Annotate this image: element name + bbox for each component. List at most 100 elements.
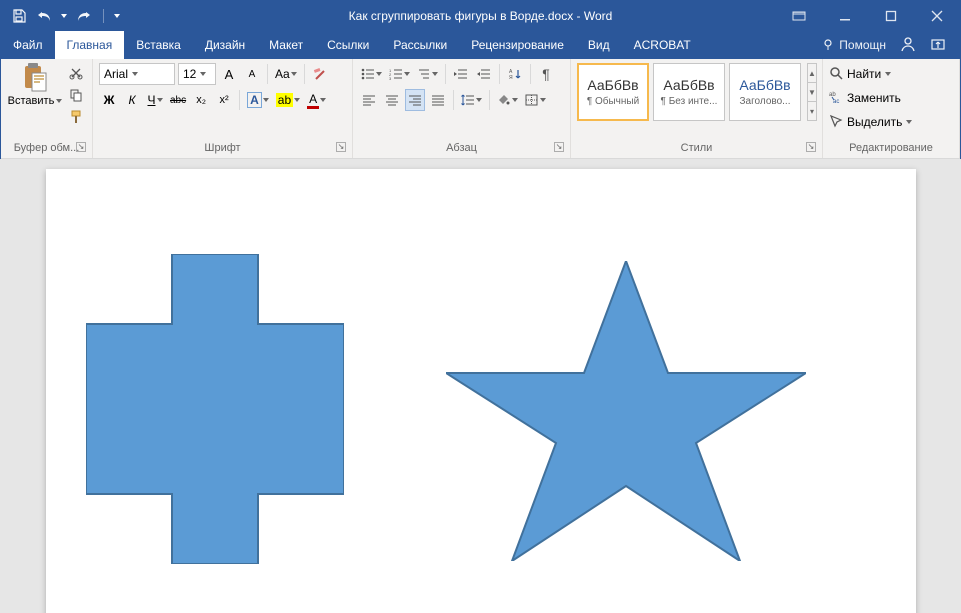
format-painter-icon[interactable] (67, 109, 85, 125)
clear-formatting-icon[interactable] (310, 63, 330, 85)
decrease-font-icon[interactable]: A (242, 63, 262, 85)
document-area[interactable] (0, 159, 961, 613)
clipboard-dialog-launcher[interactable]: ↘ (76, 142, 86, 152)
tab-design[interactable]: Дизайн (193, 31, 257, 59)
bullets-button[interactable] (359, 63, 384, 85)
style-normal-name: ¶ Обычный (578, 96, 648, 107)
replace-button[interactable]: abac Заменить (829, 87, 901, 109)
undo-dropdown-icon[interactable] (61, 14, 67, 18)
font-dialog-launcher[interactable]: ↘ (336, 142, 346, 152)
group-clipboard: Вставить Буфер обм...↘ (1, 59, 93, 158)
svg-text:3: 3 (389, 76, 392, 80)
styles-scroll-down-icon[interactable]: ▼ (808, 83, 816, 102)
paragraph-dialog-launcher[interactable]: ↘ (554, 142, 564, 152)
tab-insert[interactable]: Вставка (124, 31, 193, 59)
align-right-icon[interactable] (405, 89, 425, 111)
ribbon-tabs: Файл Главная Вставка Дизайн Макет Ссылки… (1, 31, 960, 59)
group-editing: Найти abac Заменить Выделить Редактирова… (823, 59, 960, 158)
borders-button[interactable] (523, 89, 548, 111)
qat-customize-icon[interactable] (114, 14, 120, 18)
select-button[interactable]: Выделить (829, 111, 912, 133)
paste-button[interactable]: Вставить (7, 63, 63, 107)
cut-icon[interactable] (67, 65, 85, 81)
font-name-combo[interactable]: Arial (99, 63, 175, 85)
page[interactable] (46, 169, 916, 613)
tell-me[interactable]: Помощн (823, 38, 886, 52)
find-button[interactable]: Найти (829, 63, 891, 85)
replace-icon: abac (829, 90, 843, 107)
maximize-icon[interactable] (868, 1, 914, 31)
select-icon (829, 114, 843, 131)
styles-gallery-scroll[interactable]: ▲ ▼ ▾ (807, 63, 817, 121)
bold-button[interactable]: Ж (99, 89, 119, 111)
decrease-indent-icon[interactable] (451, 63, 471, 85)
subscript-button[interactable]: x₂ (191, 89, 211, 111)
find-label: Найти (847, 67, 881, 81)
tab-references[interactable]: Ссылки (315, 31, 381, 59)
style-nospacing-name: ¶ Без инте... (654, 96, 724, 107)
shading-button[interactable] (495, 89, 520, 111)
group-paragraph: 123 AЯ ¶ Абзац ↘ (353, 59, 571, 158)
align-left-icon[interactable] (359, 89, 379, 111)
tab-view[interactable]: Вид (576, 31, 622, 59)
multilevel-list-button[interactable] (415, 63, 440, 85)
style-nospacing-sample: АаБбВв (663, 77, 714, 93)
group-styles-title: Стили (681, 142, 713, 154)
shape-star[interactable] (446, 261, 806, 561)
ribbon: Вставить Буфер обм...↘ Arial 12 A (1, 59, 960, 159)
tab-home[interactable]: Главная (55, 31, 125, 59)
close-icon[interactable] (914, 1, 960, 31)
style-heading1-sample: АаБбВв (739, 77, 790, 93)
svg-text:ab: ab (829, 92, 836, 98)
justify-icon[interactable] (428, 89, 448, 111)
minimize-icon[interactable] (822, 1, 868, 31)
undo-icon[interactable] (35, 6, 55, 26)
tab-file[interactable]: Файл (1, 31, 55, 59)
account-icon[interactable] (900, 36, 916, 55)
group-clipboard-title: Буфер обм... (14, 142, 80, 154)
styles-scroll-up-icon[interactable]: ▲ (808, 64, 816, 83)
show-marks-icon[interactable]: ¶ (536, 63, 556, 85)
quick-access-toolbar (1, 6, 120, 26)
redo-icon[interactable] (73, 6, 93, 26)
sort-icon[interactable]: AЯ (505, 63, 525, 85)
style-normal[interactable]: АаБбВв ¶ Обычный (577, 63, 649, 121)
style-heading1[interactable]: АаБбВв Заголово... (729, 63, 801, 121)
find-icon (829, 66, 843, 83)
increase-indent-icon[interactable] (474, 63, 494, 85)
italic-button[interactable]: К (122, 89, 142, 111)
tab-review[interactable]: Рецензирование (459, 31, 576, 59)
group-paragraph-title: Абзац (446, 142, 477, 154)
select-label: Выделить (847, 115, 902, 129)
style-normal-sample: АаБбВв (587, 77, 638, 93)
group-font: Arial 12 A A Aa Ж К Ч abc x₂ x² A (93, 59, 353, 158)
group-editing-title: Редактирование (849, 142, 933, 154)
share-icon[interactable] (930, 37, 946, 54)
ribbon-options-icon[interactable] (776, 1, 822, 31)
styles-dialog-launcher[interactable]: ↘ (806, 142, 816, 152)
font-color-button[interactable]: A (305, 89, 328, 111)
tab-mailings[interactable]: Рассылки (381, 31, 459, 59)
strikethrough-button[interactable]: abc (168, 89, 188, 111)
superscript-button[interactable]: x² (214, 89, 234, 111)
style-no-spacing[interactable]: АаБбВв ¶ Без инте... (653, 63, 725, 121)
align-center-icon[interactable] (382, 89, 402, 111)
underline-button[interactable]: Ч (145, 89, 165, 111)
increase-font-icon[interactable]: A (219, 63, 239, 85)
tab-layout[interactable]: Макет (257, 31, 315, 59)
copy-icon[interactable] (67, 87, 85, 103)
styles-expand-icon[interactable]: ▾ (808, 102, 816, 120)
line-spacing-button[interactable] (459, 89, 484, 111)
save-icon[interactable] (9, 6, 29, 26)
replace-label: Заменить (847, 91, 901, 105)
change-case-button[interactable]: Aa (273, 63, 299, 85)
tab-acrobat[interactable]: ACROBAT (622, 31, 703, 59)
highlight-button[interactable]: ab (274, 89, 302, 111)
shape-cross[interactable] (86, 254, 344, 564)
text-effects-button[interactable]: A (245, 89, 271, 111)
group-font-title: Шрифт (204, 142, 240, 154)
group-styles: АаБбВв ¶ Обычный АаБбВв ¶ Без инте... Аа… (571, 59, 823, 158)
font-size-combo[interactable]: 12 (178, 63, 216, 85)
numbering-button[interactable]: 123 (387, 63, 412, 85)
window-controls (776, 1, 960, 31)
